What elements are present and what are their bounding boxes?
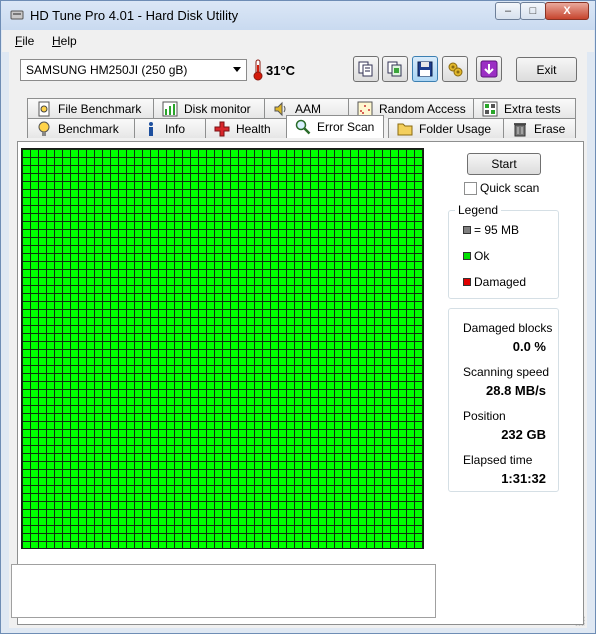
tab-error-scan-label: Error Scan: [317, 120, 375, 134]
position-value: 232 GB: [501, 427, 546, 442]
quick-scan-checkbox[interactable]: [464, 181, 477, 195]
tab-erase[interactable]: Erase: [503, 118, 576, 138]
maximize-button[interactable]: □: [520, 2, 546, 20]
quick-scan-option[interactable]: Quick scan: [464, 181, 539, 195]
temperature-readout: 31°C: [266, 63, 296, 78]
save-icon: [417, 61, 433, 77]
tab-file-benchmark[interactable]: File Benchmark: [27, 98, 154, 118]
app-window: HD Tune Pro 4.01 - Hard Disk Utility – □…: [0, 0, 596, 634]
minimize-button[interactable]: –: [495, 2, 521, 20]
menu-help-label: elp: [60, 34, 77, 48]
log-textbox[interactable]: [11, 564, 436, 618]
exit-button[interactable]: Exit: [516, 57, 577, 82]
menu-help[interactable]: Help: [52, 34, 77, 48]
disk-monitor-icon: [162, 101, 178, 116]
window-controls: – □ X: [495, 2, 589, 20]
tab-info[interactable]: Info: [134, 118, 206, 138]
error-scan-panel: Ok Start Quick scan Legend = 95 MB Ok: [11, 141, 584, 625]
extra-tests-icon: [482, 101, 498, 116]
menu-bar: File Help: [2, 30, 594, 52]
folder-icon: [397, 123, 413, 135]
menu-help-accel: H: [52, 34, 61, 48]
file-benchmark-icon: [38, 101, 50, 116]
drive-select[interactable]: SAMSUNG HM250JI (250 gB): [20, 59, 247, 81]
tab-extra-tests[interactable]: Extra tests: [473, 98, 576, 118]
legend-title: Legend: [455, 203, 502, 217]
menu-file[interactable]: File: [15, 34, 34, 48]
app-icon: [10, 10, 24, 20]
tab-health-label: Health: [236, 121, 271, 136]
client-area: SAMSUNG HM250JI (250 gB) 31°C Exit File …: [9, 52, 587, 628]
green-swatch-icon: [463, 252, 471, 260]
legend-label: Damaged: [474, 275, 527, 289]
stats-group: Damaged blocks 0.0 % Scanning speed 28.8…: [448, 308, 559, 492]
legend-label: = 95 MB: [474, 223, 520, 237]
tab-file-benchmark-label: File Benchmark: [58, 101, 142, 116]
tab-benchmark-label: Benchmark: [58, 121, 119, 136]
tab-error-scan[interactable]: Error Scan: [286, 115, 384, 138]
benchmark-icon: [38, 121, 50, 136]
tab-disk-monitor-label: Disk monitor: [184, 101, 251, 116]
copy-text-icon: [358, 61, 373, 77]
legend-group: Legend = 95 MB Ok Damaged: [448, 203, 559, 299]
tab-folder-usage[interactable]: Folder Usage: [388, 118, 504, 138]
chevron-down-icon: [233, 67, 241, 72]
start-button[interactable]: Start: [467, 153, 541, 175]
trash-icon: [514, 122, 526, 136]
scanning-speed-label: Scanning speed: [463, 365, 550, 379]
legend-item-block-size: = 95 MB: [463, 223, 519, 237]
scan-block-map: Ok: [21, 148, 424, 549]
window-title: HD Tune Pro 4.01 - Hard Disk Utility: [30, 8, 239, 23]
thermometer-icon: [253, 59, 263, 81]
quick-scan-label: Quick scan: [480, 181, 540, 195]
damaged-blocks-value: 0.0 %: [512, 339, 546, 354]
tab-aam-label: AAM: [295, 101, 322, 116]
legend-item-ok: Ok: [463, 249, 489, 263]
gray-swatch-icon: [463, 226, 471, 234]
legend-label: Ok: [474, 249, 490, 263]
copy-screenshot-icon: [387, 61, 402, 77]
tab-extra-tests-label: Extra tests: [504, 101, 561, 116]
options-icon: [448, 62, 463, 77]
copy-text-button[interactable]: [353, 56, 379, 82]
drive-select-value: SAMSUNG HM250JI (250 gB): [26, 63, 188, 77]
copy-screenshot-button[interactable]: [382, 56, 408, 82]
damaged-blocks-label: Damaged blocks: [463, 321, 553, 335]
magnifier-icon: [295, 119, 311, 135]
save-button[interactable]: [412, 56, 438, 82]
tab-health[interactable]: Health: [205, 118, 287, 138]
scanning-speed-value: 28.8 MB/s: [486, 383, 546, 398]
download-button[interactable]: [476, 56, 502, 82]
scan-map-status: Ok: [22, 149, 23, 150]
tab-info-label: Info: [165, 121, 186, 136]
tab-benchmark[interactable]: Benchmark: [27, 118, 135, 138]
legend-item-damaged: Damaged: [463, 275, 526, 289]
options-button[interactable]: [442, 56, 468, 82]
position-label: Position: [463, 409, 506, 423]
red-swatch-icon: [463, 278, 471, 286]
elapsed-time-value: 1:31:32: [501, 471, 546, 486]
tab-erase-label: Erase: [534, 121, 566, 136]
menu-file-label: ile: [22, 34, 35, 48]
title-bar[interactable]: HD Tune Pro 4.01 - Hard Disk Utility – □…: [1, 1, 595, 30]
health-cross-icon: [214, 121, 230, 136]
download-icon: [480, 60, 498, 78]
tab-random-access-label: Random Access: [379, 101, 466, 116]
info-icon: [149, 121, 153, 136]
tab-folder-usage-label: Folder Usage: [419, 121, 492, 136]
elapsed-time-label: Elapsed time: [463, 453, 533, 467]
tab-disk-monitor[interactable]: Disk monitor: [153, 98, 265, 118]
close-button[interactable]: X: [545, 2, 589, 20]
